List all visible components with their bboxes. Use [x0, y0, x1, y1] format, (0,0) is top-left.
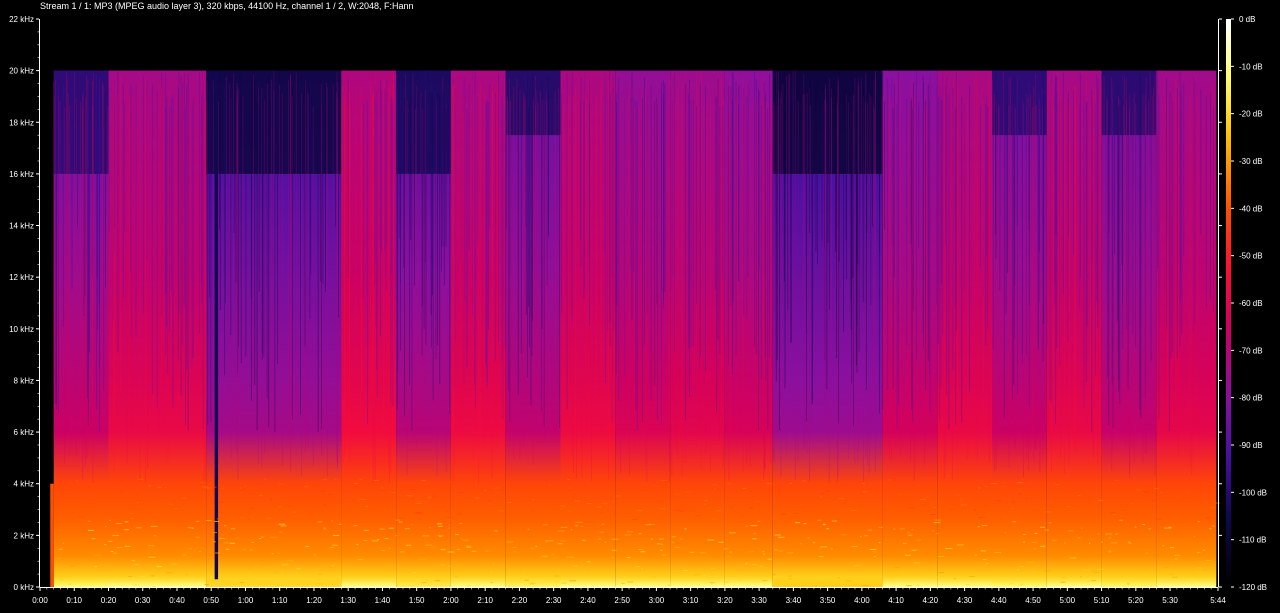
- x-tick-label: 2:20: [512, 596, 528, 605]
- colorbar-tick-label: 0 dB: [1239, 15, 1255, 24]
- x-tick-label: 2:40: [580, 596, 596, 605]
- y-tick-label: 2 kHz: [14, 531, 34, 540]
- x-tick-label: 1:10: [272, 596, 288, 605]
- x-tick-label: 1:20: [306, 596, 322, 605]
- x-tick-label: 2:10: [477, 596, 493, 605]
- colorbar-ticks: 0 dB -10 dB -20 dB -30 dB -40 dB -50 dB -60 dB…: [1231, 15, 1267, 592]
- x-tick-label: 4:10: [888, 596, 904, 605]
- y-tick-label: 22 kHz: [9, 15, 34, 24]
- colorbar-tick-label: -100 dB: [1239, 488, 1267, 497]
- x-tick-label: 3:10: [683, 596, 699, 605]
- colorbar-tick-label: -70 dB: [1239, 346, 1263, 355]
- spectrogram-chart: 0:00 0:10 0:20 0:30 0:40 0:50 1:00 1:10 1:20 1:30…: [9, 15, 1267, 605]
- colorbar-strip: [1226, 19, 1231, 587]
- colorbar-tick-label: -40 dB: [1239, 204, 1263, 213]
- x-tick-label: 2:50: [614, 596, 630, 605]
- x-tick-label: 1:40: [375, 596, 391, 605]
- segment-7: [560, 70, 616, 588]
- x-tick-label: 1:30: [340, 596, 356, 605]
- x-tick-label: 4:00: [854, 596, 870, 605]
- colorbar: [1226, 19, 1231, 587]
- x-tick-label: 5:30: [1162, 596, 1178, 605]
- x-tick-label: 0:20: [101, 596, 117, 605]
- y-tick-label: 8 kHz: [14, 377, 34, 386]
- y-tick-label: 16 kHz: [9, 170, 34, 179]
- x-tick-label: 1:50: [409, 596, 425, 605]
- y-tick-label: 6 kHz: [14, 428, 34, 437]
- x-tick-label: 4:20: [923, 596, 939, 605]
- x-tick-label: 3:40: [786, 596, 802, 605]
- x-tick-label: 4:40: [991, 596, 1007, 605]
- y-tick-label: 0 kHz: [14, 583, 34, 592]
- y-tick-label: 10 kHz: [9, 325, 34, 334]
- x-tick-label: 3:00: [649, 596, 665, 605]
- x-tick-label: 2:00: [443, 596, 459, 605]
- x-tick-label: 3:50: [820, 596, 836, 605]
- spectrogram-segments: [50, 70, 1217, 588]
- x-tick-label: 0:30: [135, 596, 151, 605]
- x-tick-label: 3:20: [717, 596, 733, 605]
- colorbar-tick-label: -80 dB: [1239, 394, 1263, 403]
- colorbar-tick-label: -30 dB: [1239, 157, 1263, 166]
- y-tick-label: 4 kHz: [14, 480, 34, 489]
- segment-lead: [50, 483, 54, 587]
- x-tick-label: 5:44: [1210, 596, 1226, 605]
- colorbar-tick-label: -110 dB: [1239, 536, 1266, 545]
- segment-12: [882, 70, 938, 588]
- y-tick-label: 20 kHz: [9, 67, 34, 76]
- x-axis-ticks: 0:00 0:10 0:20 0:30 0:40 0:50 1:00 1:10 1:20 1:30…: [32, 588, 1226, 605]
- y-tick-label: 12 kHz: [9, 273, 34, 282]
- x-tick-label: 4:50: [1025, 596, 1041, 605]
- x-tick-label: 5:00: [1060, 596, 1076, 605]
- segment-17: [1156, 70, 1217, 588]
- x-tick-label: 5:10: [1094, 596, 1110, 605]
- y-tick-label: 18 kHz: [9, 118, 34, 127]
- x-tick-label: 0:40: [169, 596, 185, 605]
- colorbar-tick-label: -20 dB: [1239, 110, 1263, 119]
- x-tick-label: 1:00: [238, 596, 254, 605]
- colorbar-tick-label: -90 dB: [1239, 441, 1263, 450]
- colorbar-tick-label: -10 dB: [1239, 62, 1263, 71]
- x-tick-label: 0:00: [32, 596, 48, 605]
- colorbar-tick-label: -120 dB: [1239, 583, 1267, 592]
- x-tick-label: 4:30: [957, 596, 973, 605]
- x-tick-label: 5:20: [1128, 596, 1144, 605]
- x-tick-label: 2:30: [546, 596, 562, 605]
- colorbar-tick-label: -60 dB: [1239, 299, 1263, 308]
- x-tick-label: 0:50: [203, 596, 219, 605]
- x-tick-label: 3:30: [751, 596, 767, 605]
- y-tick-label: 14 kHz: [9, 222, 34, 231]
- x-tick-label: 0:10: [66, 596, 82, 605]
- colorbar-tick-label: -50 dB: [1239, 252, 1263, 261]
